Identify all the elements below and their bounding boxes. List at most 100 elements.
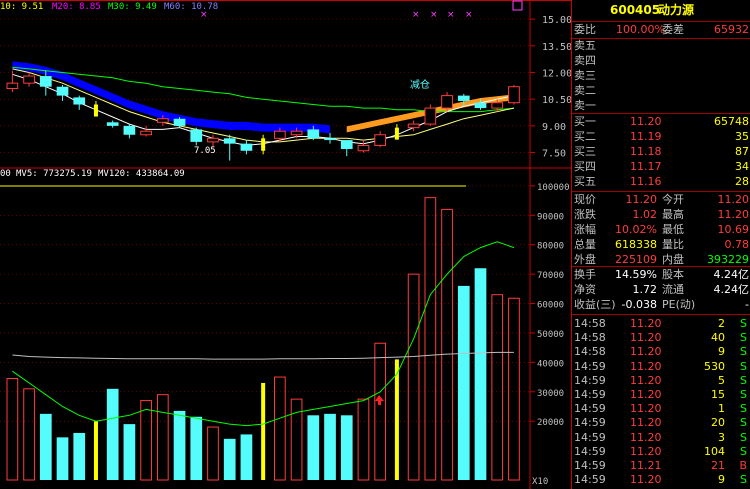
legend-ma10: 10: 9.51: [0, 2, 43, 12]
legend-mv120: MV120: 433864.09: [98, 169, 185, 179]
fundamental: 换手 14.59% 股本 4.24亿: [574, 268, 749, 281]
sell-level: 卖四: [574, 54, 596, 67]
volume-bar: [73, 432, 86, 480]
volume-bar: [56, 437, 69, 480]
volume-bar: [173, 410, 186, 480]
tick-row: 14:59 11.20 9 S: [574, 473, 747, 487]
candle-body: [207, 137, 219, 143]
volume-bar: [261, 382, 266, 480]
price-tick-label: 12.00: [542, 68, 571, 79]
buy-level: 买一 11.20 65748: [574, 115, 749, 128]
volume-tick-label: 80000: [537, 242, 564, 252]
quote-stat: 总量 618338 量比 0.78: [574, 238, 749, 251]
quote-stat: 现价 11.20 今开 11.20: [574, 193, 749, 206]
x-mark: ×: [465, 10, 473, 20]
volume-bar: [190, 416, 203, 480]
volume-bar: [39, 413, 52, 480]
volume-tick-label: 50000: [537, 330, 564, 340]
volume-tick-label: 30000: [537, 389, 564, 399]
legend-mv5: MV5: 773275.19: [16, 169, 92, 179]
candle-body: [491, 102, 504, 109]
tick-row: 14:59 11.20 20 S: [574, 416, 747, 430]
candle-body: [357, 144, 370, 152]
candle-body: [140, 130, 152, 136]
tick-row: 14:59 11.20 530 S: [574, 359, 747, 373]
price-tick-label: 10.50: [542, 95, 571, 106]
candle-body: [457, 95, 470, 101]
sell-level: 卖三: [574, 69, 596, 82]
volume-bar: [340, 415, 353, 480]
volume-bar: [394, 359, 399, 480]
buy-level: 买五 11.16 28: [574, 175, 749, 188]
fundamental: 收益(三) -0.038 PE(动) -: [574, 298, 749, 311]
volume-bar: [307, 415, 320, 480]
volume-bar: [474, 268, 487, 480]
candle-body: [424, 107, 437, 125]
candle-body: [324, 138, 336, 141]
x-mark: ×: [200, 10, 208, 20]
legend-ma60: M60: 10.78: [164, 2, 218, 12]
candle-body: [223, 138, 236, 144]
tick-row: 14:59 11.20 3 S: [574, 430, 747, 444]
quote-panel: 600405 动力源 委比 100.00% 委差 65932 卖五 卖四 卖三 卖二卖…: [571, 0, 750, 489]
candle-body: [56, 86, 69, 96]
fundamental: 净资 1.72 流通 4.24亿: [574, 283, 749, 296]
candle-body: [407, 123, 420, 129]
candle-body: [123, 125, 136, 135]
candle-body: [73, 97, 86, 105]
low-price-label: 7.05: [194, 146, 216, 156]
candle-body: [374, 134, 387, 146]
volume-tick-label: 90000: [537, 212, 564, 222]
kline-chart[interactable]: 15.00 13.50 12.00 10.50 9.00 7.50 100000 90000 8…: [0, 0, 571, 489]
candle-body: [173, 118, 186, 126]
price-tick-label: 15.00: [542, 15, 571, 26]
price-tick-label: 7.50: [542, 149, 566, 160]
candle-body: [240, 143, 253, 151]
candle-body: [190, 129, 203, 142]
legend-ma20: M20: 8.85: [52, 2, 101, 12]
volume-tick-label: 20000: [537, 418, 564, 428]
sell-level: 卖一: [574, 99, 596, 112]
volume-bar: [240, 434, 253, 480]
volume-unit: X10: [532, 477, 548, 487]
tick-row: 14:59 11.20 5 S: [574, 373, 747, 387]
volume-tick-label: 100000: [537, 183, 570, 193]
candle-body: [23, 75, 35, 84]
buy-level: 买四 11.17 34: [574, 160, 749, 173]
webi-row: 委比 100.00% 委差 65932: [574, 23, 749, 36]
sell-level: 卖二: [574, 84, 596, 97]
volume-tick-label: 40000: [537, 359, 564, 369]
tick-row: 14:58 11.20 40 S: [574, 331, 747, 345]
candle-body: [441, 95, 453, 109]
volume-tick-label: 70000: [537, 271, 564, 281]
candle-body: [290, 130, 303, 136]
volume-bar: [106, 388, 119, 480]
volume-bar: [223, 438, 236, 480]
quote-stat: 外盘 225109 内盘 393229: [574, 253, 749, 266]
x-mark: ×: [412, 10, 420, 20]
candle-body: [474, 102, 487, 109]
volume-bar: [93, 421, 98, 480]
volume-bar: [123, 424, 136, 480]
buy-level: 买三 11.18 87: [574, 145, 749, 158]
volume-bar: [324, 413, 336, 480]
price-tick-label: 13.50: [542, 42, 571, 53]
price-tick-label: 9.00: [542, 122, 566, 133]
candle-body: [156, 118, 169, 123]
tick-row: 14:59 11.20 104 S: [574, 444, 747, 458]
sell-level: 卖五: [574, 39, 596, 52]
candle-body: [106, 122, 119, 126]
x-mark: ×: [430, 10, 438, 20]
candle-body: [340, 140, 353, 149]
candle-body: [261, 138, 266, 151]
candle-body: [394, 127, 399, 140]
volume-tick-label: 60000: [537, 301, 564, 311]
candle-body: [6, 82, 19, 89]
legend-ma30: M30: 9.49: [108, 2, 157, 12]
signal-label: 减仓: [410, 78, 430, 91]
quote-stat: 涨跌 1.02 最高 11.20: [574, 208, 749, 221]
volume-bar: [457, 285, 470, 480]
candle-body: [39, 76, 52, 87]
tick-row: 14:59 11.20 15 S: [574, 388, 747, 401]
quote-stat: 涨幅 10.02% 最低 10.69: [574, 223, 749, 236]
